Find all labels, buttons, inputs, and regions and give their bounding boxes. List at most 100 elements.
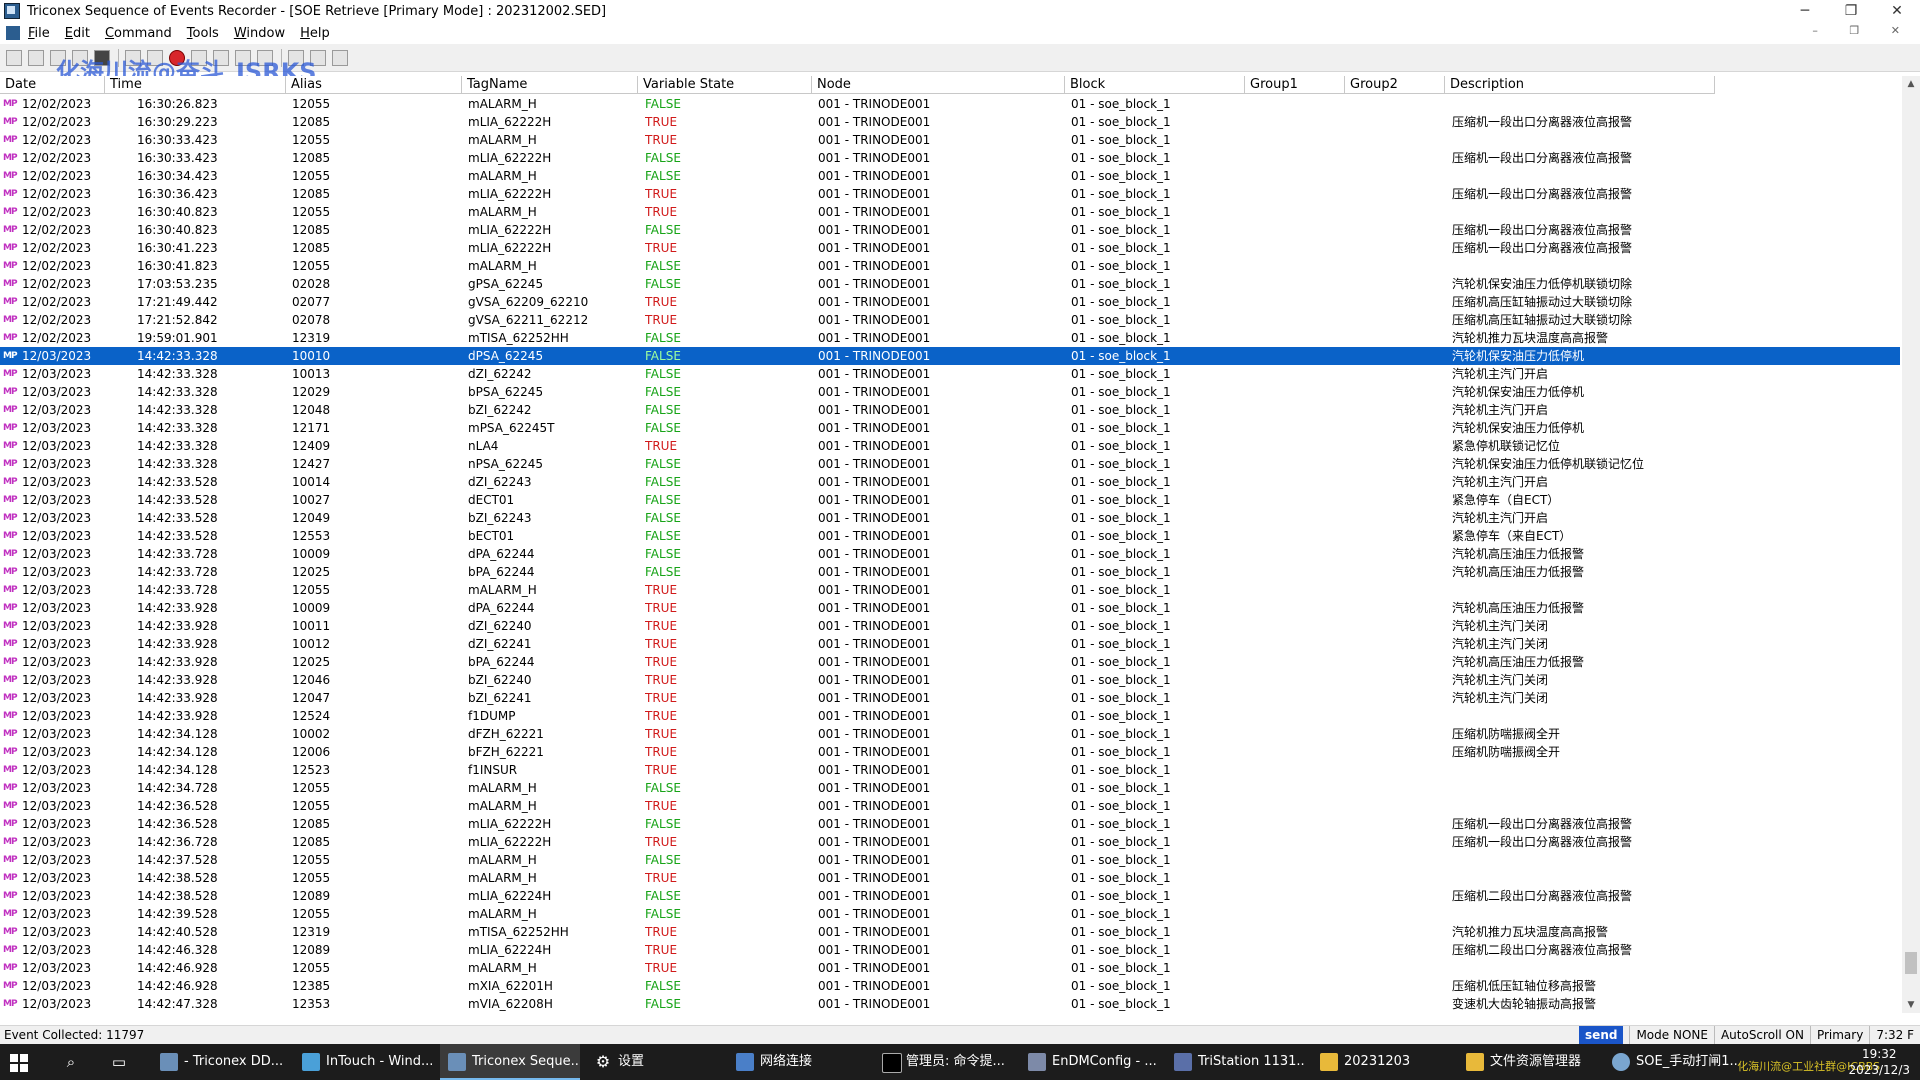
table-row[interactable]: MP 12/03/2023 14:42:34.128 12523 f1INSUR TRUE… <box>0 761 1900 779</box>
table-row[interactable]: MP 12/03/2023 14:42:38.528 12089 mLIA_62224H… <box>0 887 1900 905</box>
table-row[interactable]: MP 12/03/2023 14:42:46.928 12385 mXIA_62201H… <box>0 977 1900 995</box>
vertical-scrollbar[interactable]: ▲ ▼ <box>1902 76 1920 1013</box>
table-row[interactable]: MP 12/03/2023 14:42:33.528 12049 bZI_62243 FA… <box>0 509 1900 527</box>
table-row[interactable]: MP 12/03/2023 14:42:33.528 12553 bECT01 FALSE… <box>0 527 1900 545</box>
help-icon[interactable] <box>332 49 348 66</box>
scroll-up-icon[interactable]: ▲ <box>1902 76 1920 92</box>
column-block[interactable]: Block <box>1065 76 1245 94</box>
table-row[interactable]: MP 12/03/2023 14:42:33.928 12025 bPA_62244 TR… <box>0 653 1900 671</box>
table-row[interactable]: MP 12/02/2023 17:21:52.842 02078 gVSA_62211_… <box>0 311 1900 329</box>
menu-tools[interactable]: Tools <box>187 26 219 41</box>
table-row[interactable]: MP 12/03/2023 14:42:33.728 10009 dPA_62244 FA… <box>0 545 1900 563</box>
maximize-button[interactable]: ❐ <box>1828 0 1874 22</box>
table-row[interactable]: MP 12/02/2023 16:30:41.223 12085 mLIA_62222H… <box>0 239 1900 257</box>
table-row[interactable]: MP 12/03/2023 14:42:33.328 12171 mPSA_62245T… <box>0 419 1900 437</box>
minimize-button[interactable]: ─ <box>1782 0 1828 22</box>
task-folder-20231203[interactable]: 20231203 <box>1312 1044 1452 1080</box>
cell-group2 <box>1352 437 1452 455</box>
table-row[interactable]: MP 12/03/2023 14:42:33.928 10009 dPA_62244 TR… <box>0 599 1900 617</box>
table-row[interactable]: MP 12/03/2023 14:42:33.328 12427 nPSA_62245 F… <box>0 455 1900 473</box>
event-grid[interactable]: MP 12/02/2023 16:30:26.823 12055 mALARM_H FAL… <box>0 95 1900 1013</box>
table-row[interactable]: MP 12/03/2023 14:42:40.528 12319 mTISA_62252… <box>0 923 1900 941</box>
table-row[interactable]: MP 12/02/2023 16:30:29.223 12085 mLIA_62222H… <box>0 113 1900 131</box>
table-row[interactable]: MP 12/03/2023 14:42:36.728 12085 mLIA_62222H… <box>0 833 1900 851</box>
column-time[interactable]: Time <box>105 76 286 94</box>
column-group2[interactable]: Group2 <box>1345 76 1445 94</box>
cell-group2 <box>1352 581 1452 599</box>
task-network[interactable]: 网络连接 <box>728 1044 868 1080</box>
task-cmd[interactable]: 管理员: 命令提... <box>874 1044 1014 1080</box>
table-row[interactable]: MP 12/03/2023 14:42:33.328 10010 dPSA_62245 F… <box>0 347 1900 365</box>
task-soe-manual[interactable]: SOE_手动打闸1... <box>1604 1044 1744 1080</box>
cell-time: 16:30:40.823 <box>137 205 218 219</box>
column-tagname[interactable]: TagName <box>462 76 638 94</box>
cell-node: 001 - TRINODE001 <box>818 457 931 471</box>
column-node[interactable]: Node <box>812 76 1065 94</box>
table-row[interactable]: MP 12/03/2023 14:42:33.728 12025 bPA_62244 FA… <box>0 563 1900 581</box>
windows-start-icon[interactable] <box>10 1054 28 1072</box>
table-row[interactable]: MP 12/03/2023 14:42:47.328 12353 mVIA_62208H… <box>0 995 1900 1013</box>
menu-edit[interactable]: Edit <box>65 26 90 41</box>
table-row[interactable]: MP 12/03/2023 14:42:34.728 12055 mALARM_H FAL… <box>0 779 1900 797</box>
table-row[interactable]: MP 12/02/2023 16:30:41.823 12055 mALARM_H FAL… <box>0 257 1900 275</box>
menu-file[interactable]: File <box>28 26 50 41</box>
table-row[interactable]: MP 12/02/2023 17:03:53.235 02028 gPSA_62245 F… <box>0 275 1900 293</box>
task-triconex-sequence[interactable]: Triconex Seque... <box>440 1044 580 1080</box>
table-row[interactable]: MP 12/02/2023 19:59:01.901 12319 mTISA_62252… <box>0 329 1900 347</box>
task-settings[interactable]: ⚙ 设置 <box>586 1044 726 1080</box>
table-row[interactable]: MP 12/03/2023 14:42:33.928 10012 dZI_62241 TR… <box>0 635 1900 653</box>
table-row[interactable]: MP 12/03/2023 14:42:33.328 12029 bPSA_62245 F… <box>0 383 1900 401</box>
table-row[interactable]: MP 12/03/2023 14:42:46.328 12089 mLIA_62224H… <box>0 941 1900 959</box>
scroll-down-icon[interactable]: ▼ <box>1902 997 1920 1013</box>
open-icon[interactable] <box>28 49 44 66</box>
mdi-window-controls[interactable]: – ❐ ✕ <box>1812 24 1914 37</box>
table-row[interactable]: MP 12/02/2023 16:30:40.823 12055 mALARM_H TRU… <box>0 203 1900 221</box>
table-row[interactable]: MP 12/02/2023 16:30:33.423 12055 mALARM_H TRU… <box>0 131 1900 149</box>
close-button[interactable]: ✕ <box>1874 0 1920 22</box>
column-date[interactable]: Date <box>0 76 105 94</box>
menu-window[interactable]: Window <box>234 26 285 41</box>
column-group1[interactable]: Group1 <box>1245 76 1345 94</box>
task-tristation[interactable]: TriStation 1131... <box>1166 1044 1306 1080</box>
table-row[interactable]: MP 12/02/2023 16:30:33.423 12085 mLIA_62222H… <box>0 149 1900 167</box>
table-row[interactable]: MP 12/03/2023 14:42:36.528 12055 mALARM_H TRU… <box>0 797 1900 815</box>
table-row[interactable]: MP 12/03/2023 14:42:33.328 12048 bZI_62242 FA… <box>0 401 1900 419</box>
table-row[interactable]: MP 12/02/2023 16:30:40.823 12085 mLIA_62222H… <box>0 221 1900 239</box>
system-clock[interactable]: 19:32 2023/12/3 <box>1848 1046 1910 1078</box>
table-row[interactable]: MP 12/03/2023 14:42:33.928 12047 bZI_62241 TR… <box>0 689 1900 707</box>
table-row[interactable]: MP 12/03/2023 14:42:36.528 12085 mLIA_62222H… <box>0 815 1900 833</box>
table-row[interactable]: MP 12/03/2023 14:42:33.928 10011 dZI_62240 TR… <box>0 617 1900 635</box>
task-view-icon[interactable]: ▭ <box>110 1053 128 1071</box>
search-icon[interactable]: ⌕ <box>62 1053 80 1071</box>
table-row[interactable]: MP 12/03/2023 14:42:34.128 12006 bFZH_62221 T… <box>0 743 1900 761</box>
table-row[interactable]: MP 12/03/2023 14:42:33.528 10027 dECT01 FALSE… <box>0 491 1900 509</box>
new-icon[interactable] <box>6 49 22 66</box>
document-icon[interactable] <box>6 26 20 40</box>
column-alias[interactable]: Alias <box>286 76 462 94</box>
table-row[interactable]: MP 12/02/2023 16:30:26.823 12055 mALARM_H FAL… <box>0 95 1900 113</box>
table-row[interactable]: MP 12/03/2023 14:42:38.528 12055 mALARM_H TRU… <box>0 869 1900 887</box>
table-row[interactable]: MP 12/03/2023 14:42:46.928 12055 mALARM_H TRU… <box>0 959 1900 977</box>
table-row[interactable]: MP 12/03/2023 14:42:33.528 10014 dZI_62243 FA… <box>0 473 1900 491</box>
menu-command[interactable]: Command <box>105 26 172 41</box>
column-variable-state[interactable]: Variable State <box>638 76 812 94</box>
task-triconex-dd[interactable]: - Triconex DD... <box>152 1044 292 1080</box>
table-row[interactable]: MP 12/03/2023 14:42:37.528 12055 mALARM_H FAL… <box>0 851 1900 869</box>
table-row[interactable]: MP 12/03/2023 14:42:39.528 12055 mALARM_H FAL… <box>0 905 1900 923</box>
task-intouch[interactable]: InTouch - Wind... <box>294 1044 434 1080</box>
table-row[interactable]: MP 12/03/2023 14:42:33.928 12524 f1DUMP TRUE 0… <box>0 707 1900 725</box>
table-row[interactable]: MP 12/03/2023 14:42:34.128 10002 dFZH_62221 T… <box>0 725 1900 743</box>
table-row[interactable]: MP 12/03/2023 14:42:33.728 12055 mALARM_H TRU… <box>0 581 1900 599</box>
table-row[interactable]: MP 12/03/2023 14:42:33.328 10013 dZI_62242 FA… <box>0 365 1900 383</box>
table-row[interactable]: MP 12/03/2023 14:42:33.928 12046 bZI_62240 TR… <box>0 671 1900 689</box>
table-row[interactable]: MP 12/02/2023 16:30:34.423 12055 mALARM_H FAL… <box>0 167 1900 185</box>
menu-help[interactable]: Help <box>300 26 330 41</box>
task-endmconfig[interactable]: EnDMConfig - ... <box>1020 1044 1160 1080</box>
table-row[interactable]: MP 12/02/2023 17:21:49.442 02077 gVSA_62209_… <box>0 293 1900 311</box>
column-description[interactable]: Description <box>1445 76 1715 94</box>
scroll-thumb[interactable] <box>1905 952 1917 974</box>
table-row[interactable]: MP 12/03/2023 14:42:33.328 12409 nLA4 TRUE 001… <box>0 437 1900 455</box>
cell-group1 <box>1252 887 1352 905</box>
table-row[interactable]: MP 12/02/2023 16:30:36.423 12085 mLIA_62222H… <box>0 185 1900 203</box>
task-file-explorer[interactable]: 文件资源管理器 <box>1458 1044 1598 1080</box>
